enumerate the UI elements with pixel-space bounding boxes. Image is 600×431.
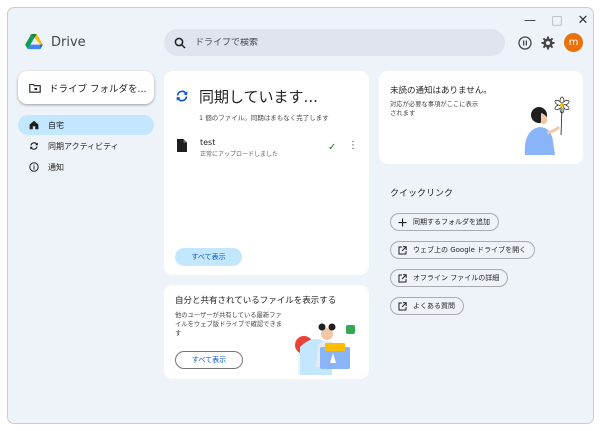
sidebar-item-notifications[interactable]: 通知 [18, 157, 154, 177]
open-drive-web-button[interactable]: ウェブ上の Google ドライブを開く [390, 241, 536, 259]
shared-files-title: 自分と共有されているファイルを表示する [175, 296, 337, 306]
close-button[interactable]: ✕ [571, 11, 593, 29]
avatar[interactable]: m [564, 33, 583, 52]
open-external-icon [398, 245, 407, 254]
search-input[interactable] [195, 37, 495, 48]
add-sync-folder-button[interactable]: 同期するフォルダを追加 [390, 213, 499, 231]
sync-title: 同期しています... [199, 88, 318, 106]
notifications-description: 対応が必要な事項がここに表示されます [390, 101, 479, 117]
show-all-shared-button[interactable]: すべて表示 [175, 351, 243, 369]
open-external-icon [398, 301, 407, 310]
search-icon [174, 37, 186, 49]
list-item[interactable]: test 正常にアップロードしました ✓ ⋮ [175, 138, 360, 160]
sync-subtitle: 1 個のファイル。同期はまもなく完了します [199, 114, 329, 122]
info-icon [29, 162, 39, 172]
quick-link-label: ウェブ上の Google ドライブを開く [413, 246, 527, 254]
plus-icon [398, 218, 407, 226]
offline-files-details-button[interactable]: オフライン ファイルの詳細 [390, 269, 509, 287]
gear-icon [541, 36, 555, 50]
sidebar-item-label: 通知 [48, 162, 64, 172]
notifications-card: 未読の通知はありません。 対応が必要な事項がここに表示されます [379, 71, 583, 164]
file-status: 正常にアップロードしました [200, 151, 279, 158]
file-icon [177, 139, 187, 152]
show-all-sync-button[interactable]: すべて表示 [175, 248, 242, 266]
sidebar-nav: 自宅 同期アクティビティ 通知 [18, 115, 154, 178]
folder-icon [29, 83, 41, 93]
faq-button[interactable]: よくある質問 [390, 297, 464, 315]
no-notifications-illustration-icon [524, 96, 570, 155]
quick-links-title: クイックリンク [390, 189, 454, 199]
pause-icon [518, 36, 532, 50]
sync-icon [30, 142, 38, 150]
drive-folder-label: ドライブ フォルダを... [49, 83, 147, 95]
quick-link-label: よくある質問 [413, 302, 455, 310]
app-name: Drive [51, 34, 86, 50]
notifications-title: 未読の通知はありません。 [390, 86, 492, 96]
sidebar-item-home[interactable]: 自宅 [18, 115, 154, 135]
shared-files-illustration-icon [295, 323, 355, 375]
quick-link-label: オフライン ファイルの詳細 [413, 274, 500, 282]
open-external-icon [398, 273, 407, 282]
shared-files-card: 自分と共有されているファイルを表示する 他のユーザーが共有している最新ファイルを… [164, 285, 369, 379]
sync-progress-icon [176, 90, 188, 102]
sidebar-item-label: 同期アクティビティ [48, 141, 119, 151]
sync-status-card: 同期しています... 1 個のファイル。同期はまもなく完了します test 正常… [164, 71, 369, 275]
file-name: test [200, 138, 216, 147]
sidebar-item-label: 自宅 [48, 120, 64, 130]
pause-sync-button[interactable] [517, 35, 533, 51]
maximize-button[interactable]: □ [545, 11, 569, 29]
shared-files-description: 他のユーザーが共有している最新ファイルをウェブ版ドライブで確認できます [175, 312, 283, 337]
minimize-button[interactable]: — [518, 11, 542, 29]
settings-button[interactable] [540, 35, 556, 51]
drive-logo-icon [25, 34, 43, 50]
home-icon [29, 120, 39, 130]
more-options-icon[interactable]: ⋮ [348, 140, 358, 151]
app-logo: Drive [25, 34, 86, 50]
sidebar-item-sync-activity[interactable]: 同期アクティビティ [18, 136, 154, 156]
quick-link-label: 同期するフォルダを追加 [413, 218, 490, 226]
check-icon: ✓ [328, 142, 337, 153]
app-window: — □ ✕ Drive ドライブで検索 m ドライブ フォルダを... 自宅 同… [7, 7, 594, 424]
search-bar[interactable] [164, 29, 505, 56]
drive-folder-button[interactable]: ドライブ フォルダを... [18, 71, 154, 104]
